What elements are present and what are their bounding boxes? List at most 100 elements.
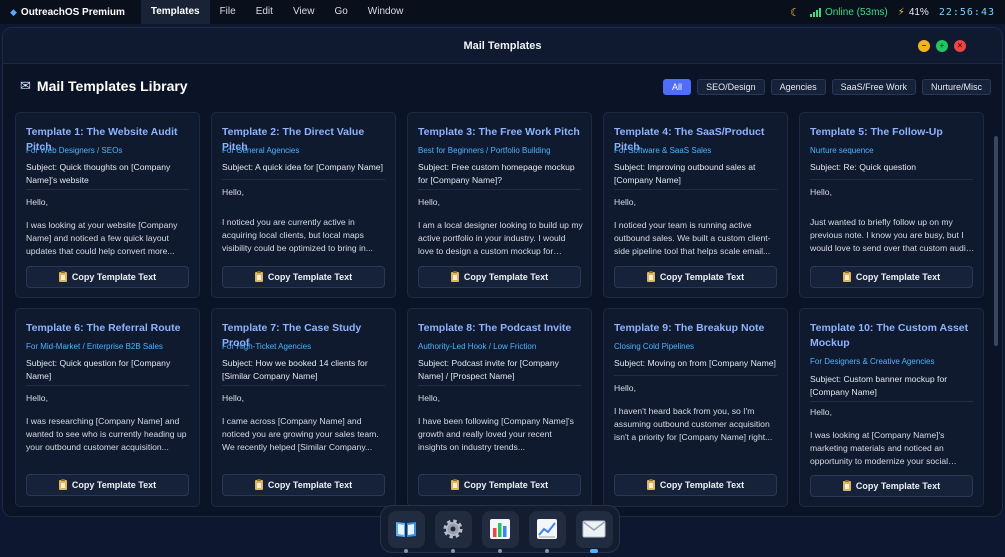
template-body: I noticed your team is running active ou… <box>614 220 771 256</box>
copy-template-button[interactable]: Copy Template Text <box>810 475 973 497</box>
template-subject: Subject: A quick idea for [Company Name] <box>222 162 383 172</box>
copy-template-button[interactable]: Copy Template Text <box>418 266 581 288</box>
mail-icon <box>582 520 606 538</box>
clipboard-icon <box>450 479 459 490</box>
copy-template-button[interactable]: Copy Template Text <box>418 474 581 496</box>
analytics-icon <box>490 519 510 539</box>
filter-saas-free-work[interactable]: SaaS/Free Work <box>831 79 916 95</box>
template-tag: For Web Designers / SEOs <box>26 146 123 155</box>
menu-bar: ◆ OutreachOS Premium Templates File Edit… <box>0 0 1005 24</box>
filter-seo-design[interactable]: SEO/Design <box>697 79 765 95</box>
template-tag: Best for Beginners / Portfolio Building <box>418 146 551 155</box>
dock-indicator <box>544 548 549 553</box>
divider <box>418 189 581 190</box>
copy-template-button[interactable]: Copy Template Text <box>810 266 973 288</box>
menu-templates[interactable]: Templates <box>140 0 210 24</box>
scrollbar[interactable] <box>994 136 998 346</box>
template-subject: Subject: How we booked 14 clients for [S… <box>222 358 368 381</box>
battery-status[interactable]: ⚡ 41% <box>898 7 929 18</box>
copy-template-button[interactable]: Copy Template Text <box>614 474 777 496</box>
template-body: I haven't heard back from you, so I'm as… <box>614 406 773 442</box>
dock-settings[interactable] <box>434 510 472 553</box>
template-greeting: Hello, <box>26 197 48 207</box>
template-greeting: Hello, <box>222 187 244 197</box>
menu-view[interactable]: View <box>283 0 325 24</box>
window-titlebar[interactable]: Mail Templates – + × <box>3 28 1002 64</box>
copy-template-button[interactable]: Copy Template Text <box>26 474 189 496</box>
template-greeting: Hello, <box>26 393 48 403</box>
minimize-button[interactable]: – <box>918 40 930 52</box>
copy-template-button[interactable]: Copy Template Text <box>26 266 189 288</box>
mail-templates-window: Mail Templates – + × ✉ Mail Templates Li… <box>2 27 1003 517</box>
template-subject: Subject: Quick thoughts on [Company Name… <box>26 162 171 185</box>
close-button[interactable]: × <box>954 40 966 52</box>
template-body: I noticed you are currently active in ac… <box>222 217 373 253</box>
template-tag: For General Agencies <box>222 146 300 155</box>
menu-go[interactable]: Go <box>324 0 357 24</box>
divider <box>810 179 973 180</box>
clipboard-icon <box>646 479 655 490</box>
divider <box>26 385 189 386</box>
online-label: Online (53ms) <box>824 6 888 18</box>
dock-indicator <box>403 548 408 553</box>
clipboard-icon <box>842 271 851 282</box>
clipboard-icon <box>450 271 459 282</box>
battery-label: 41% <box>908 6 929 18</box>
template-card: Template 6: The Referral Route For Mid-M… <box>15 308 200 507</box>
dock-mail[interactable] <box>575 510 613 553</box>
template-subject: Subject: Custom banner mockup for [Compa… <box>810 374 948 397</box>
clipboard-icon <box>254 271 263 282</box>
clipboard-icon <box>58 479 67 490</box>
copy-template-button[interactable]: Copy Template Text <box>614 266 777 288</box>
chart-icon <box>537 519 557 539</box>
template-title: Template 8: The Podcast Invite <box>418 322 572 334</box>
filter-nurture-misc[interactable]: Nurture/Misc <box>921 79 991 95</box>
template-subject: Subject: Re: Quick question <box>810 162 917 172</box>
library-header: ✉ Mail Templates Library <box>20 78 188 94</box>
menu-file[interactable]: File <box>210 0 246 24</box>
moon-icon[interactable]: ☾ <box>790 6 800 19</box>
template-body: I came across [Company Name] and noticed… <box>222 416 379 452</box>
template-tag: Nurture sequence <box>810 146 874 155</box>
dock-indicator <box>450 548 455 553</box>
app-menu[interactable]: ◆ OutreachOS Premium <box>0 7 125 18</box>
window-title: Mail Templates <box>463 40 542 52</box>
menu-edit[interactable]: Edit <box>246 0 283 24</box>
template-greeting: Hello, <box>810 187 832 197</box>
copy-template-button[interactable]: Copy Template Text <box>222 266 385 288</box>
menu-window[interactable]: Window <box>358 0 414 24</box>
dock-indicator <box>497 548 502 553</box>
dock-analytics[interactable] <box>481 510 519 553</box>
filter-bar: All SEO/Design Agencies SaaS/Free Work N… <box>663 79 991 95</box>
gem-icon: ◆ <box>10 6 17 17</box>
dock-library[interactable] <box>387 510 425 553</box>
divider <box>222 385 385 386</box>
copy-template-button[interactable]: Copy Template Text <box>222 474 385 496</box>
template-title: Template 5: The Follow-Up <box>810 126 943 138</box>
filter-all[interactable]: All <box>663 79 692 95</box>
dock-indicator <box>589 548 598 553</box>
signal-icon <box>809 7 821 17</box>
template-tag: For Mid-Market / Enterprise B2B Sales <box>26 342 163 351</box>
template-card: Template 2: The Direct Value Pitch For G… <box>211 112 396 298</box>
template-card: Template 1: The Website Audit Pitch For … <box>15 112 200 298</box>
network-status[interactable]: Online (53ms) <box>809 6 888 18</box>
maximize-button[interactable]: + <box>936 40 948 52</box>
copy-label: Copy Template Text <box>71 272 157 282</box>
copy-label: Copy Template Text <box>855 481 941 491</box>
template-tag: For Designers & Creative Agencies <box>810 357 935 366</box>
template-tag: Authority-Led Hook / Low Friction <box>418 342 537 351</box>
template-body: I was looking at [Company Name]'s market… <box>810 430 949 466</box>
divider <box>222 179 385 180</box>
dock-chart[interactable] <box>528 510 566 553</box>
template-subject: Subject: Improving outbound sales at [Co… <box>614 162 756 185</box>
filter-agencies[interactable]: Agencies <box>770 79 826 95</box>
clipboard-icon <box>646 271 655 282</box>
envelope-icon: ✉ <box>20 78 31 93</box>
settings-icon <box>443 519 463 539</box>
template-greeting: Hello, <box>614 383 636 393</box>
template-title: Template 6: The Referral Route <box>26 322 181 334</box>
template-subject: Subject: Free custom homepage mockup for… <box>418 162 575 185</box>
template-card: Template 5: The Follow-Up Nurture sequen… <box>799 112 984 298</box>
divider <box>418 385 581 386</box>
